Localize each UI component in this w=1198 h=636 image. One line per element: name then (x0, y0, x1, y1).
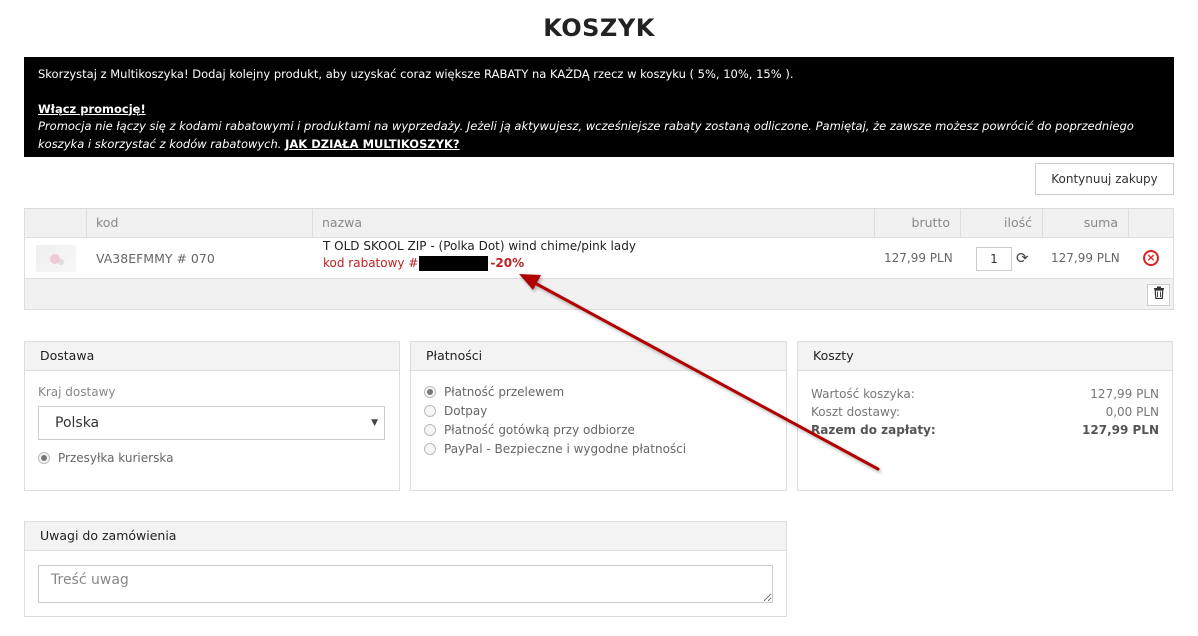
trash-icon (1153, 286, 1164, 300)
payment-option[interactable]: Płatność gotówką przy odbiorze (424, 423, 773, 437)
payment-option-label: Dotpay (444, 404, 488, 418)
table-row: VA38EFMMY # 070 T OLD SKOOL ZIP - (Polka… (25, 238, 1173, 279)
product-gross-price: 127,99 PLN (884, 251, 953, 265)
header-qty: ilość (961, 209, 1043, 237)
shipping-cost-label: Koszt dostawy: (811, 405, 901, 419)
radio-icon[interactable] (424, 405, 436, 417)
continue-shopping-button[interactable]: Kontynuuj zakupy (1035, 163, 1174, 195)
refresh-icon[interactable]: ⟳ (1016, 249, 1029, 267)
header-code: kod (87, 209, 313, 237)
payment-panel: Płatności Płatność przelewem Dotpay Płat… (410, 341, 787, 491)
header-image-col (25, 209, 87, 237)
cart-value-row: Wartość koszyka: 127,99 PLN (811, 385, 1159, 403)
payment-option[interactable]: Płatność przelewem (424, 385, 773, 399)
payment-options: Płatność przelewem Dotpay Płatność gotów… (411, 371, 786, 470)
total-value: 127,99 PLN (1082, 423, 1159, 437)
shipping-cost-row: Koszt dostawy: 0,00 PLN (811, 403, 1159, 421)
radio-icon[interactable] (424, 424, 436, 436)
delivery-method-label: Przesyłka kurierska (58, 451, 174, 465)
remove-item-icon[interactable]: × (1143, 250, 1159, 266)
radio-selected-icon[interactable] (424, 386, 436, 398)
discount-code-line: kod rabatowy # -20% (323, 255, 636, 272)
header-name: nazwa (313, 209, 875, 237)
product-thumbnail[interactable] (36, 245, 76, 272)
delivery-method-option[interactable]: Przesyłka kurierska (38, 451, 386, 465)
how-multikoszyk-link[interactable]: JAK DZIAŁA MULTIKOSZYK? (285, 137, 459, 151)
notes-panel: Uwagi do zamówienia (24, 521, 787, 617)
cart-value: 127,99 PLN (1090, 387, 1159, 401)
payment-title: Płatności (411, 342, 786, 371)
cart-value-label: Wartość koszyka: (811, 387, 915, 401)
page-title: KOSZYK (543, 14, 655, 42)
order-notes-textarea[interactable] (38, 565, 773, 603)
product-name[interactable]: T OLD SKOOL ZIP - (Polka Dot) wind chime… (323, 238, 636, 255)
promo-description-text: Promocja nie łączy się z kodami rabatowy… (38, 119, 1134, 151)
delivery-body: Kraj dostawy Polska ▼ Przesyłka kuriersk… (25, 371, 399, 479)
radio-icon[interactable] (424, 443, 436, 455)
quantity-input[interactable] (976, 247, 1012, 271)
multikoszyk-promo-banner: Skorzystaj z Multikoszyka! Dodaj kolejny… (24, 57, 1174, 157)
promo-intro: Skorzystaj z Multikoszyka! Dodaj kolejny… (38, 67, 794, 81)
costs-panel: Koszty Wartość koszyka: 127,99 PLN Koszt… (797, 341, 1173, 491)
payment-option-label: Płatność przelewem (444, 385, 565, 399)
country-value: Polska (55, 415, 100, 431)
discount-value: -20% (490, 256, 525, 270)
payment-option-label: Płatność gotówką przy odbiorze (444, 423, 635, 437)
notes-title: Uwagi do zamówienia (25, 522, 786, 551)
cart-table: kod nazwa brutto ilość suma VA38EFMMY # … (24, 208, 1174, 310)
total-row: Razem do zapłaty: 127,99 PLN (811, 421, 1159, 439)
country-label: Kraj dostawy (38, 385, 116, 399)
shipping-cost-value: 0,00 PLN (1105, 405, 1159, 419)
product-info: T OLD SKOOL ZIP - (Polka Dot) wind chime… (323, 238, 636, 279)
header-gross: brutto (875, 209, 961, 237)
payment-option-label: PayPal - Bezpieczne i wygodne płatności (444, 442, 687, 456)
clear-cart-button[interactable] (1147, 284, 1170, 306)
product-sum: 127,99 PLN (1051, 251, 1120, 265)
dropdown-arrow-icon: ▼ (371, 418, 378, 428)
cart-header-row: kod nazwa brutto ilość suma (25, 209, 1173, 238)
payment-option[interactable]: PayPal - Bezpieczne i wygodne płatności (424, 442, 773, 456)
notes-body (25, 551, 786, 617)
product-code: VA38EFMMY # 070 (96, 251, 215, 266)
redacted-code (419, 256, 489, 271)
total-label: Razem do zapłaty: (811, 423, 936, 437)
promo-description: Promocja nie łączy się z kodami rabatowy… (38, 118, 1160, 153)
costs-title: Koszty (798, 342, 1172, 371)
enable-promo-link[interactable]: Włącz promocję! (38, 101, 146, 119)
header-sum: suma (1043, 209, 1129, 237)
discount-code-label: kod rabatowy # (323, 256, 419, 270)
delivery-title: Dostawa (25, 342, 399, 371)
country-select[interactable]: Polska ▼ (38, 406, 385, 440)
radio-selected-icon[interactable] (38, 452, 50, 464)
delivery-panel: Dostawa Kraj dostawy Polska ▼ Przesyłka … (24, 341, 400, 491)
payment-option[interactable]: Dotpay (424, 404, 773, 418)
costs-body: Wartość koszyka: 127,99 PLN Koszt dostaw… (798, 371, 1172, 453)
